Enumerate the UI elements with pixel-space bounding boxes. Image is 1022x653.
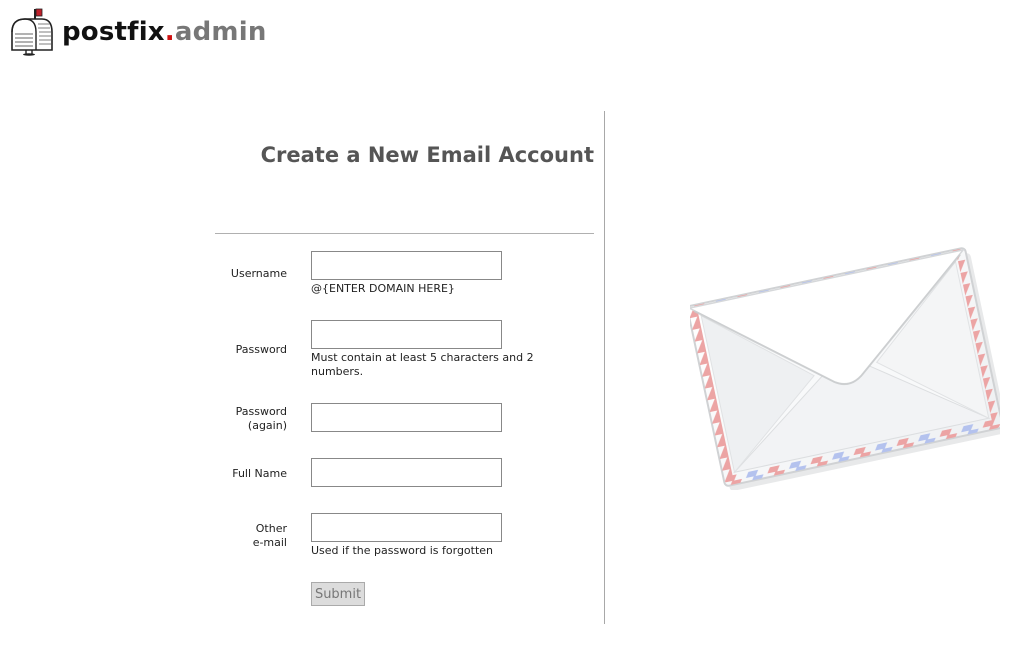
password-again-label-line1: Password (235, 405, 287, 418)
logo-text-admin: admin (174, 17, 267, 47)
username-input[interactable] (311, 251, 502, 280)
password-hint-line1: Must contain at least 5 characters and 2 (311, 351, 534, 364)
other-email-hint: Used if the password is forgotten (311, 544, 494, 557)
other-email-label-line2: e-mail (252, 536, 287, 549)
logo[interactable]: postfix.admin (6, 6, 267, 56)
password-hint: Must contain at least 5 characters and 2… (311, 351, 561, 379)
logo-text-dot: . (164, 17, 175, 47)
username-domain-hint: @{ENTER DOMAIN HERE} (311, 282, 455, 295)
submit-button[interactable]: Submit (311, 582, 365, 606)
password-label: Password (235, 343, 287, 356)
title-divider (215, 233, 594, 234)
password-input[interactable] (311, 320, 502, 349)
username-label: Username (230, 267, 287, 280)
vertical-divider (604, 111, 605, 624)
page: postfix.admin Create a New Email Account… (0, 0, 1022, 653)
other-email-input[interactable] (311, 513, 502, 542)
mailbox-icon (11, 8, 53, 56)
password-again-label: Password (again) (215, 405, 287, 433)
full-name-label: Full Name (232, 467, 287, 480)
airmail-envelope-icon (690, 247, 1000, 490)
other-email-label-line1: Other (255, 522, 287, 535)
logo-text-postfix: postfix (62, 17, 165, 47)
password-hint-line2: numbers. (311, 365, 364, 378)
logo-text: postfix.admin (62, 19, 267, 45)
full-name-input[interactable] (311, 458, 502, 487)
password-again-input[interactable] (311, 403, 502, 432)
other-email-label: Other e-mail (215, 522, 287, 550)
password-again-label-line2: (again) (247, 419, 287, 432)
page-title: Create a New Email Account (260, 143, 594, 167)
